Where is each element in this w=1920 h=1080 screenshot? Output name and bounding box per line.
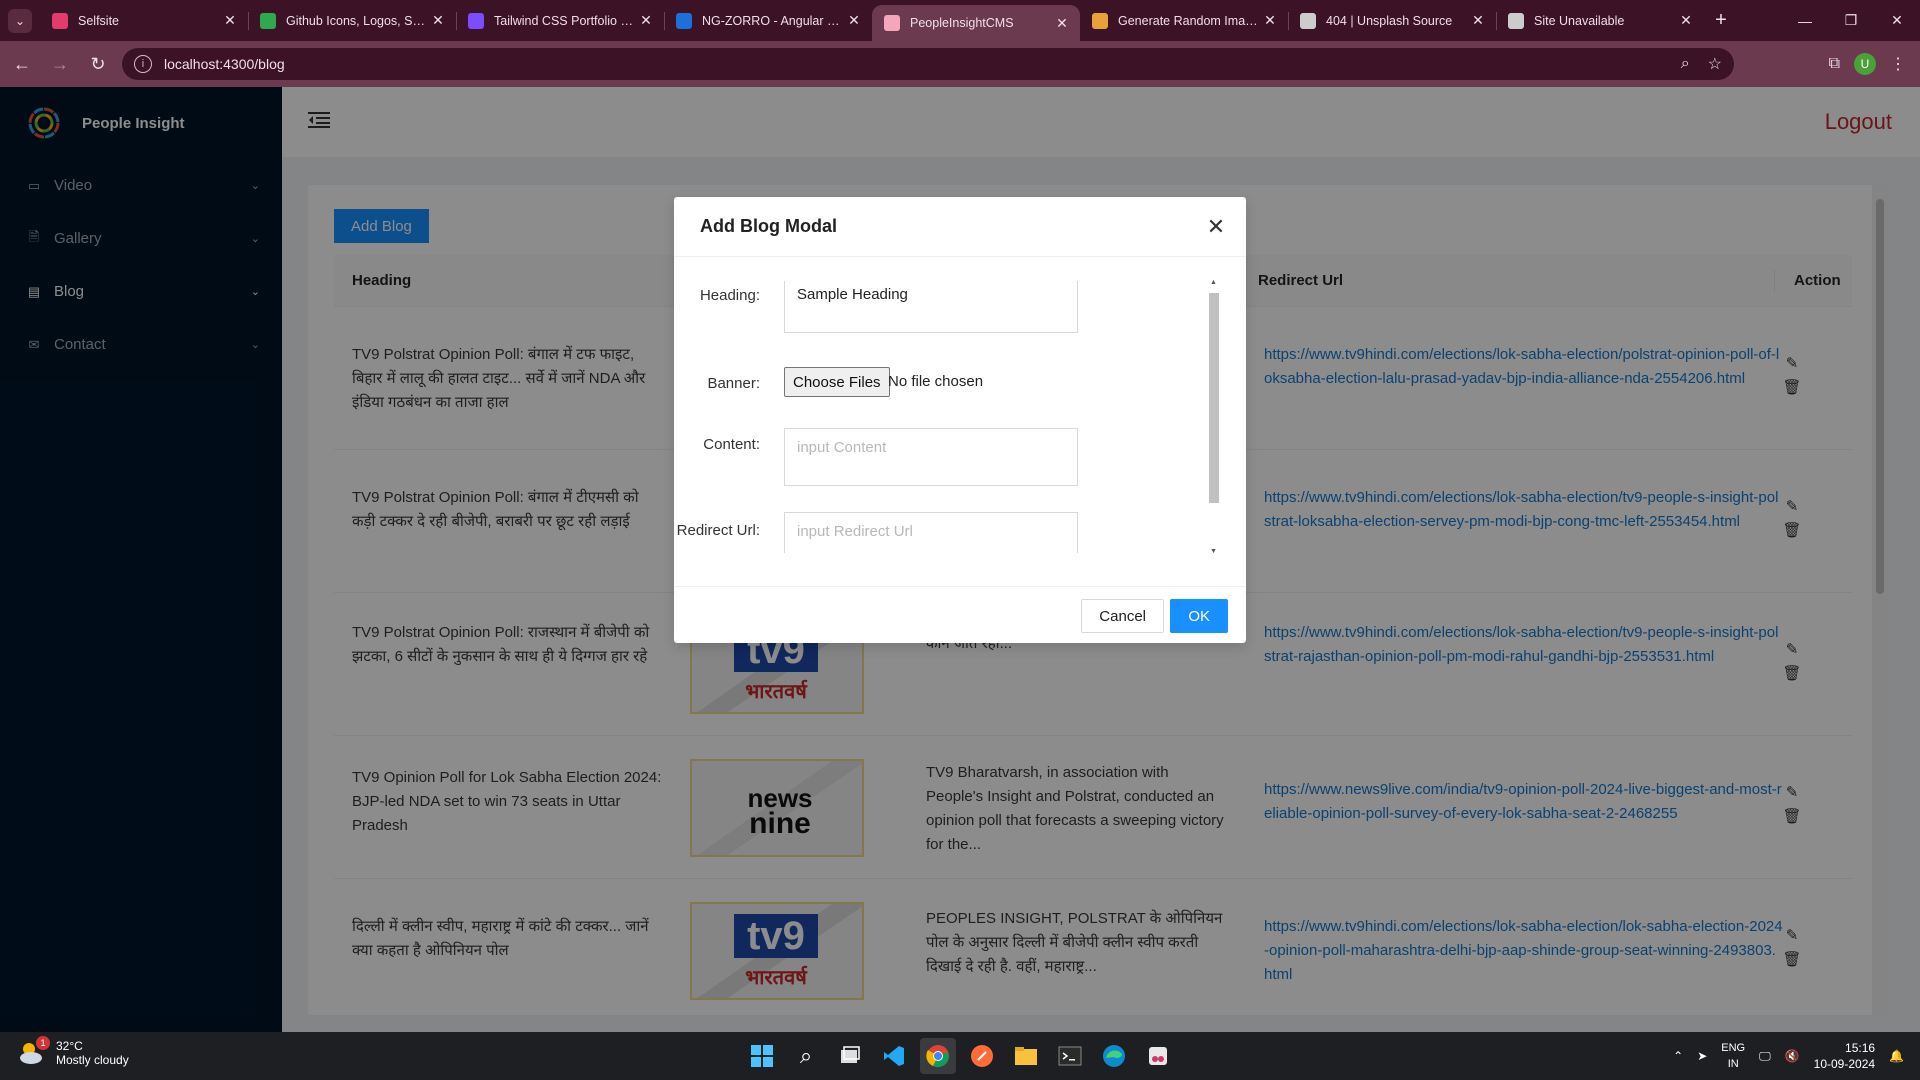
tab-search-button[interactable]: ⌄ — [0, 0, 40, 41]
browser-tab-strip: ⌄ Selfsite ✕ Github Icons, Logos, Symbol… — [0, 0, 1920, 41]
browser-menu-icon[interactable]: ⋮ — [1890, 54, 1906, 74]
tab-title: Tailwind CSS Portfolio Section — [494, 13, 638, 28]
modal-body: Heading: Sample Heading Banner: Choose F… — [674, 281, 1230, 553]
system-tray: ⌃ ➤ ENG IN 🖵 🔇 15:16 10-09-2024 🔔 — [1673, 1032, 1904, 1080]
restore-button[interactable]: ❐ — [1828, 0, 1874, 41]
choose-files-button[interactable]: Choose Files — [784, 367, 890, 397]
modal-scrollbar-thumb[interactable] — [1209, 293, 1219, 503]
modal-header: Add Blog Modal — [674, 197, 1246, 257]
url-text: localhost:4300/blog — [164, 56, 285, 72]
postman-icon[interactable] — [964, 1038, 1000, 1074]
tab-favicon-icon — [468, 12, 484, 29]
snipping-tool-icon[interactable] — [1140, 1038, 1176, 1074]
browser-tab[interactable]: NG-ZORRO - Angular UI comp ✕ — [664, 0, 872, 41]
chevron-down-icon: ⌄ — [8, 8, 32, 33]
tab-favicon-icon — [1300, 12, 1316, 29]
reload-button[interactable]: ↻ — [82, 48, 114, 80]
site-info-icon[interactable]: i — [134, 55, 152, 73]
tab-close-icon[interactable]: ✕ — [846, 12, 862, 29]
close-icon[interactable]: ✕ — [1204, 214, 1228, 239]
chevron-up-icon[interactable]: ⌃ — [1673, 1049, 1683, 1063]
browser-tab[interactable]: 404 | Unsplash Source ✕ — [1288, 0, 1496, 41]
temperature: 32°C — [56, 1039, 83, 1053]
tab-title: Site Unavailable — [1534, 13, 1625, 28]
heading-label: Heading: — [699, 287, 760, 304]
tab-title: Github Icons, Logos, Symbols — [286, 13, 430, 28]
weather-badge: 1 — [36, 1036, 50, 1050]
tab-title: 404 | Unsplash Source — [1326, 13, 1453, 28]
language-indicator[interactable]: ENG IN — [1721, 1040, 1745, 1072]
tab-favicon-icon — [1508, 12, 1524, 29]
browser-tab[interactable]: Tailwind CSS Portfolio Section ✕ — [456, 0, 664, 41]
browser-tab[interactable]: Generate Random Images ✕ — [1080, 0, 1288, 41]
heading-input[interactable]: Sample Heading — [784, 281, 1078, 333]
banner-label: Banner: — [707, 375, 760, 392]
network-icon[interactable]: 🖵 — [1759, 1049, 1771, 1064]
tab-close-icon[interactable]: ✕ — [222, 12, 238, 29]
add-blog-modal: Add Blog Modal ✕ Heading: Sample Heading… — [674, 197, 1246, 643]
tab-title: PeopleInsightCMS — [910, 16, 1014, 30]
tab-close-icon[interactable]: ✕ — [430, 12, 446, 29]
search-icon[interactable]: ⌕ — [788, 1038, 824, 1074]
tab-favicon-icon — [52, 12, 68, 29]
terminal-icon[interactable] — [1052, 1038, 1088, 1074]
tab-favicon-icon — [1092, 12, 1108, 29]
speaker-muted-icon[interactable]: 🔇 — [1785, 1049, 1800, 1063]
tab-close-icon[interactable]: ✕ — [1678, 12, 1694, 29]
no-file-text: No file chosen — [888, 373, 984, 390]
file-explorer-icon[interactable] — [1008, 1038, 1044, 1074]
task-view-icon[interactable] — [832, 1038, 868, 1074]
chrome-icon[interactable] — [920, 1038, 956, 1074]
modal-footer: Cancel OK — [674, 586, 1246, 643]
forward-button[interactable]: → — [44, 48, 76, 80]
tab-close-icon[interactable]: ✕ — [1470, 12, 1486, 29]
redirect-url-input[interactable]: input Redirect Url — [784, 512, 1078, 553]
location-icon[interactable]: ➤ — [1697, 1049, 1707, 1063]
tab-title: Selfsite — [78, 13, 119, 28]
tab-favicon-icon — [676, 12, 692, 29]
zoom-icon[interactable]: ⌕ — [1681, 55, 1690, 73]
window-controls: — ❐ ✕ — [1782, 0, 1920, 41]
tab-title: Generate Random Images — [1118, 13, 1262, 28]
browser-tab[interactable]: Selfsite ✕ — [40, 0, 248, 41]
content-input[interactable]: input Content — [784, 428, 1078, 486]
cloud-weather-icon: 1 — [16, 1036, 50, 1068]
extensions-icon[interactable]: ⧉ — [1829, 55, 1840, 73]
minimize-button[interactable]: — — [1782, 0, 1828, 41]
windows-start-icon[interactable] — [744, 1038, 780, 1074]
tab-close-icon[interactable]: ✕ — [638, 12, 654, 29]
taskbar-apps: ⌕ — [744, 1038, 1176, 1074]
tab-close-icon[interactable]: ✕ — [1054, 15, 1070, 32]
notification-bell-icon[interactable]: 🔔 — [1889, 1049, 1904, 1063]
back-button[interactable]: ← — [6, 48, 38, 80]
bookmark-star-icon[interactable]: ☆ — [1708, 54, 1722, 74]
modal-title: Add Blog Modal — [700, 216, 837, 236]
tab-favicon-icon — [884, 15, 900, 31]
tab-close-icon[interactable]: ✕ — [1262, 12, 1278, 29]
ok-button[interactable]: OK — [1170, 599, 1228, 633]
content-label: Content: — [703, 436, 760, 453]
redirect-url-label: Redirect Url: — [676, 522, 760, 539]
browser-tab[interactable]: Github Icons, Logos, Symbols ✕ — [248, 0, 456, 41]
tab-favicon-icon — [260, 12, 276, 29]
windows-taskbar: 1 32°C Mostly cloudy ⌕ ⌃ ➤ ENG IN 🖵 🔇 15:… — [0, 1032, 1920, 1080]
address-bar[interactable]: i localhost:4300/blog ⌕ ☆ — [122, 48, 1734, 80]
browser-toolbar: ← → ↻ i localhost:4300/blog ⌕ ☆ ⧉ U ⋮ — [0, 41, 1920, 87]
browser-tab[interactable]: PeopleInsightCMS ✕ — [872, 5, 1080, 41]
edge-icon[interactable] — [1096, 1038, 1132, 1074]
scroll-up-icon[interactable]: ▲ — [1210, 279, 1217, 286]
tab-title: NG-ZORRO - Angular UI comp — [702, 13, 846, 28]
modal-scrollbar[interactable]: ▲ ▼ — [1206, 279, 1222, 555]
weather-desc: Mostly cloudy — [56, 1053, 129, 1067]
cancel-button[interactable]: Cancel — [1081, 599, 1164, 633]
vscode-icon[interactable] — [876, 1038, 912, 1074]
profile-avatar[interactable]: U — [1854, 53, 1876, 75]
weather-widget[interactable]: 1 32°C Mostly cloudy — [16, 1036, 129, 1068]
clock[interactable]: 15:16 10-09-2024 — [1814, 1040, 1875, 1072]
close-window-button[interactable]: ✕ — [1874, 0, 1920, 41]
browser-tab[interactable]: Site Unavailable ✕ — [1496, 0, 1704, 41]
new-tab-button[interactable]: + — [1704, 9, 1738, 32]
scroll-down-icon[interactable]: ▼ — [1210, 548, 1217, 555]
